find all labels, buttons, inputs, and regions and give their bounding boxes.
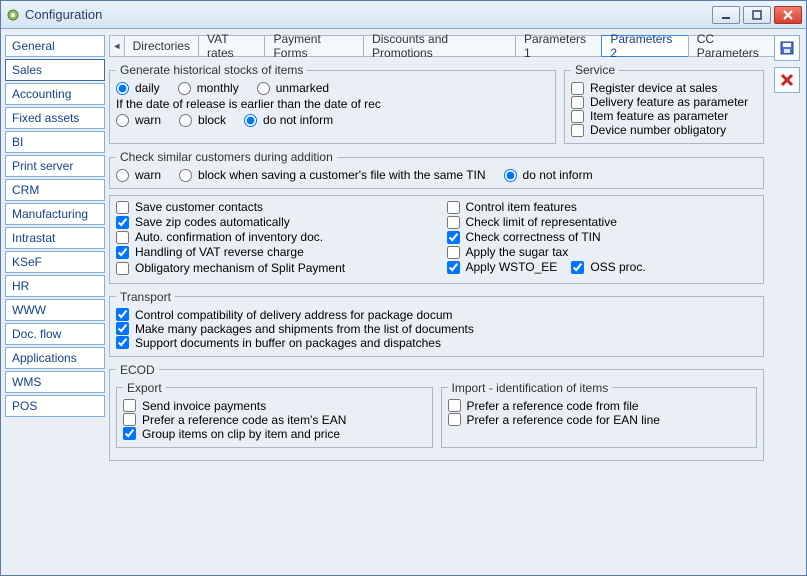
window-title: Configuration [25, 7, 102, 22]
similar-customers-group: Check similar customers during addition … [109, 150, 764, 189]
tab-vat-rates[interactable]: VAT rates [198, 35, 265, 57]
ecod-import-group: Import - identification of items Prefer … [441, 381, 758, 448]
release-do-not-inform[interactable]: do not inform [244, 113, 333, 127]
misc-oss-proc[interactable]: OSS proc. [571, 260, 645, 274]
ecod-import-1[interactable]: Prefer a reference code for EAN line [448, 413, 751, 427]
main-panel: ◄ DirectoriesVAT ratesPayment FormsDisco… [109, 29, 806, 575]
similar-do-not-inform[interactable]: do not inform [504, 168, 593, 182]
historical-legend: Generate historical stocks of items [116, 63, 307, 77]
ecod-export-0[interactable]: Send invoice payments [123, 399, 426, 413]
service-group: Service Register device at salesDelivery… [564, 63, 764, 144]
misc-right-2[interactable]: Check correctness of TIN [447, 230, 758, 244]
misc-checks-group: Save customer contacts Control item featu… [109, 195, 764, 284]
service-legend: Service [571, 63, 619, 77]
titlebar: Configuration [1, 1, 806, 29]
misc-right-3[interactable]: Apply the sugar tax [447, 245, 758, 259]
cancel-button[interactable] [774, 67, 800, 93]
ecod-export-group: Export Send invoice paymentsPrefer a ref… [116, 381, 433, 448]
sidebar-item-pos[interactable]: POS [5, 395, 105, 417]
tab-payment-forms[interactable]: Payment Forms [264, 35, 364, 57]
sidebar-item-wms[interactable]: WMS [5, 371, 105, 393]
transport-group: Transport Control compatibility of deliv… [109, 290, 764, 357]
tab-directories[interactable]: Directories [124, 35, 199, 57]
tab-bar: ◄ DirectoriesVAT ratesPayment FormsDisco… [109, 35, 800, 57]
maximize-icon [752, 10, 762, 20]
release-block[interactable]: block [179, 113, 226, 127]
sidebar-item-bi[interactable]: BI [5, 131, 105, 153]
service-check-3[interactable]: Device number obligatory [571, 123, 757, 137]
tab-scroll-left[interactable]: ◄ [109, 35, 125, 57]
misc-left-4[interactable]: Obligatory mechanism of Split Payment [116, 260, 427, 277]
service-check-1[interactable]: Delivery feature as parameter [571, 95, 757, 109]
sidebar-item-applications[interactable]: Applications [5, 347, 105, 369]
minimize-icon [721, 10, 731, 20]
service-check-2[interactable]: Item feature as parameter [571, 109, 757, 123]
similar-block[interactable]: block when saving a customer's file with… [179, 168, 486, 182]
sidebar: GeneralSalesAccountingFixed assetsBIPrin… [1, 29, 109, 575]
transport-check-0[interactable]: Control compatibility of delivery addres… [116, 308, 757, 322]
sidebar-item-ksef[interactable]: KSeF [5, 251, 105, 273]
misc-apply-wsto-ee[interactable]: Apply WSTO_EE [447, 260, 558, 274]
gear-icon [5, 7, 21, 23]
tab-parameters-2[interactable]: Parameters 2 [601, 35, 688, 57]
sidebar-item-print-server[interactable]: Print server [5, 155, 105, 177]
sidebar-item-manufacturing[interactable]: Manufacturing [5, 203, 105, 225]
ecod-legend: ECOD [116, 363, 159, 377]
sidebar-item-accounting[interactable]: Accounting [5, 83, 105, 105]
sidebar-item-general[interactable]: General [5, 35, 105, 57]
misc-left-2[interactable]: Auto. confirmation of inventory doc. [116, 230, 427, 244]
sidebar-item-sales[interactable]: Sales [5, 59, 105, 81]
historical-daily[interactable]: daily [116, 81, 160, 95]
ecod-group: ECOD Export Send invoice paymentsPrefer … [109, 363, 764, 461]
close-button[interactable] [774, 6, 802, 24]
sidebar-item-crm[interactable]: CRM [5, 179, 105, 201]
misc-left-3[interactable]: Handling of VAT reverse charge [116, 245, 427, 259]
ecod-export-2[interactable]: Group items on clip by item and price [123, 427, 426, 441]
transport-check-2[interactable]: Support documents in buffer on packages … [116, 336, 757, 350]
save-button[interactable] [774, 35, 800, 61]
similar-warn[interactable]: warn [116, 168, 161, 182]
sidebar-item-fixed-assets[interactable]: Fixed assets [5, 107, 105, 129]
misc-left-1[interactable]: Save zip codes automatically [116, 215, 427, 229]
historical-group: Generate historical stocks of items dail… [109, 63, 556, 144]
misc-right-0[interactable]: Control item features [447, 200, 758, 214]
release-legend: If the date of release is earlier than t… [116, 97, 549, 111]
misc-right-1[interactable]: Check limit of representative [447, 215, 758, 229]
ecod-export-legend: Export [123, 381, 166, 395]
misc-right-4-wrap: Apply WSTO_EE OSS proc. [447, 260, 758, 277]
sidebar-item-hr[interactable]: HR [5, 275, 105, 297]
service-check-0[interactable]: Register device at sales [571, 81, 757, 95]
cancel-icon [780, 73, 794, 87]
misc-left-0[interactable]: Save customer contacts [116, 200, 427, 214]
close-icon [783, 10, 793, 20]
ecod-import-0[interactable]: Prefer a reference code from file [448, 399, 751, 413]
historical-unmarked[interactable]: unmarked [257, 81, 329, 95]
historical-monthly[interactable]: monthly [178, 81, 239, 95]
tab-parameters-1[interactable]: Parameters 1 [515, 35, 602, 57]
sidebar-item-doc-flow[interactable]: Doc. flow [5, 323, 105, 345]
transport-check-1[interactable]: Make many packages and shipments from th… [116, 322, 757, 336]
sidebar-item-www[interactable]: WWW [5, 299, 105, 321]
maximize-button[interactable] [743, 6, 771, 24]
save-icon [779, 40, 795, 56]
sidebar-item-intrastat[interactable]: Intrastat [5, 227, 105, 249]
release-warn[interactable]: warn [116, 113, 161, 127]
ecod-import-legend: Import - identification of items [448, 381, 613, 395]
minimize-button[interactable] [712, 6, 740, 24]
tab-cc-parameters[interactable]: CC Parameters [688, 35, 786, 57]
similar-legend: Check similar customers during addition [116, 150, 337, 164]
ecod-export-1[interactable]: Prefer a reference code as item's EAN [123, 413, 426, 427]
transport-legend: Transport [116, 290, 175, 304]
tab-discounts-and-promotions[interactable]: Discounts and Promotions [363, 35, 516, 57]
